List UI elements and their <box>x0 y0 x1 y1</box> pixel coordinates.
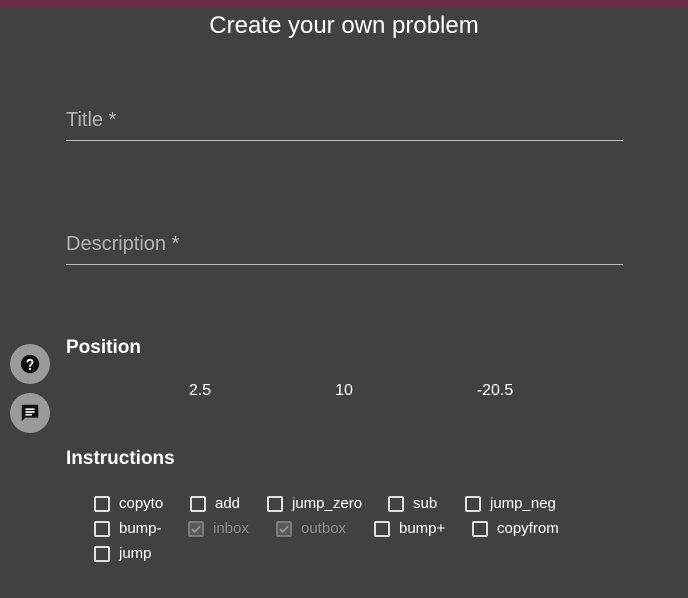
instruction-label: jump_neg <box>490 495 556 512</box>
instruction-checkbox-add[interactable]: add <box>190 495 240 512</box>
checkbox[interactable] <box>472 520 488 537</box>
description-input[interactable] <box>66 233 623 264</box>
instruction-label: sub <box>413 495 438 512</box>
help-button[interactable] <box>10 344 50 384</box>
checkbox <box>276 520 292 537</box>
instruction-label: jump_zero <box>292 495 363 512</box>
position-heading: Position <box>66 337 141 358</box>
position-value: 2.5 <box>188 382 212 399</box>
page-title: Create your own problem <box>209 12 479 39</box>
instruction-label: copyto <box>119 495 164 512</box>
checkmark-icon <box>279 525 289 533</box>
checkbox[interactable] <box>190 495 206 512</box>
checkbox[interactable] <box>267 495 283 512</box>
chat-button[interactable] <box>10 393 50 433</box>
help-icon <box>20 354 40 374</box>
description-field[interactable] <box>66 233 623 265</box>
checkbox[interactable] <box>94 520 110 537</box>
instruction-checkbox-jump-neg[interactable]: jump_neg <box>465 495 556 512</box>
instruction-label: copyfrom <box>497 520 559 537</box>
instruction-checkbox-inbox: inbox <box>188 520 249 537</box>
header-accent-bar <box>0 0 688 8</box>
instruction-checkbox-jump[interactable]: jump <box>94 545 152 562</box>
instruction-checkbox-bump-plus[interactable]: bump+ <box>374 520 445 537</box>
instruction-label: bump- <box>119 520 162 537</box>
position-value: 10 <box>335 382 353 399</box>
checkbox[interactable] <box>465 495 481 512</box>
checkbox[interactable] <box>94 495 110 512</box>
instruction-label: bump+ <box>399 520 446 537</box>
chat-icon <box>21 404 39 422</box>
instruction-label: inbox <box>213 520 249 537</box>
instruction-checkbox-copyfrom[interactable]: copyfrom <box>472 520 559 537</box>
checkbox[interactable] <box>94 545 110 562</box>
position-value: -20.5 <box>476 382 514 399</box>
instruction-label: outbox <box>301 520 347 537</box>
checkbox[interactable] <box>388 495 404 512</box>
title-input[interactable] <box>66 109 623 140</box>
title-field[interactable] <box>66 109 623 141</box>
instructions-heading: Instructions <box>66 448 175 469</box>
instruction-checkbox-jump-zero[interactable]: jump_zero <box>267 495 362 512</box>
checkbox[interactable] <box>374 520 390 537</box>
checkmark-icon <box>191 525 201 533</box>
instruction-checkbox-bump-minus[interactable]: bump- <box>94 520 162 537</box>
checkbox <box>188 520 204 537</box>
instruction-checkbox-copyto[interactable]: copyto <box>94 495 163 512</box>
instruction-label: add <box>215 495 241 512</box>
instruction-label: jump <box>119 545 152 562</box>
instruction-checkbox-sub[interactable]: sub <box>388 495 437 512</box>
instruction-checkbox-outbox: outbox <box>276 520 346 537</box>
